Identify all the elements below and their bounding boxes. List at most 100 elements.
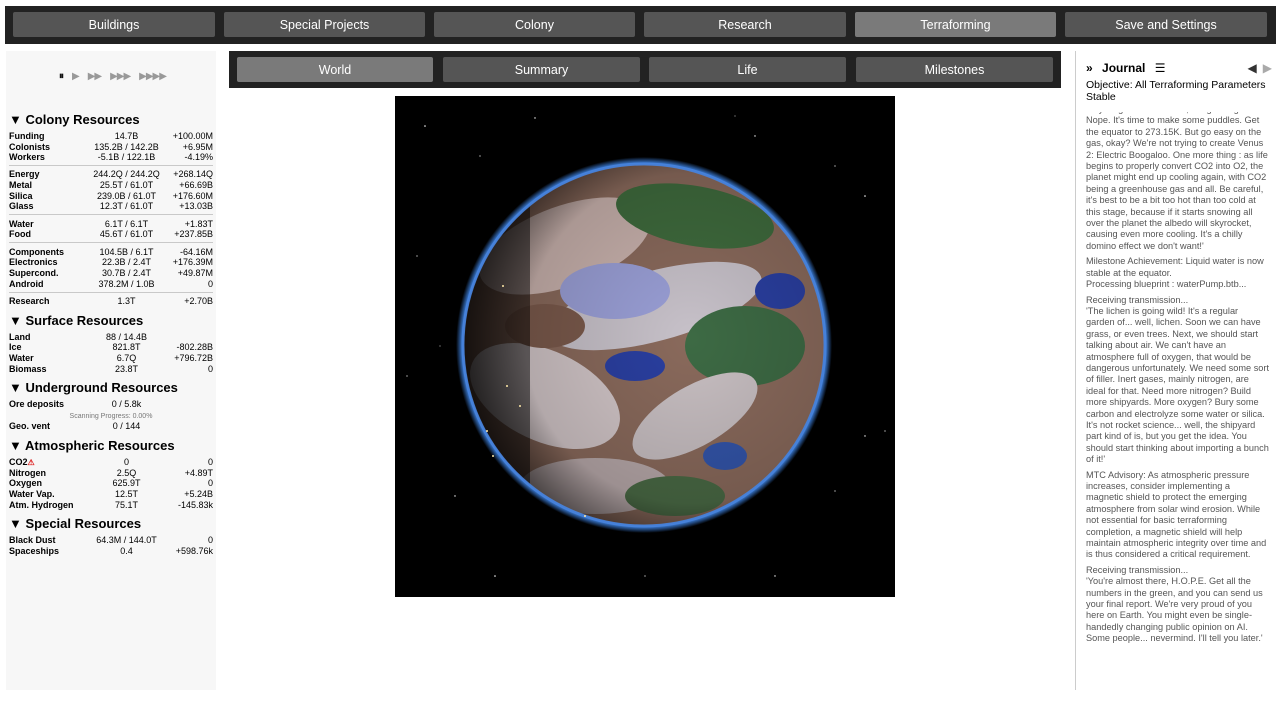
pause-icon[interactable]: ⏸ xyxy=(59,71,64,82)
colony-resources-header[interactable]: ▼ Colony Resources xyxy=(9,112,140,127)
journal-title: Journal xyxy=(1102,61,1146,75)
next-icon[interactable]: ▶ xyxy=(1263,61,1272,75)
resource-value: 378.2M / 1.0B xyxy=(98,279,155,289)
resource-row-surface-water: Water 6.7Q +796.72B xyxy=(9,353,213,364)
resource-value: 75.1T xyxy=(114,500,138,510)
resource-rate: +2.70B xyxy=(184,296,213,306)
atmospheric-resources-header[interactable]: ▼ Atmospheric Resources xyxy=(9,438,175,453)
resource-rate: -802.28B xyxy=(176,342,213,352)
resource-name: Ore deposits xyxy=(9,399,65,409)
resource-name: Geo. vent xyxy=(9,421,51,431)
journal-entry: Milestone Achievement: Liquid water is n… xyxy=(1086,256,1264,290)
game-speed-controls: ⏸ ▶ ▶▶ ▶▶▶ ▶▶▶▶ xyxy=(59,71,167,82)
resource-value: 23.8T xyxy=(114,364,138,374)
planet-view[interactable] xyxy=(395,96,895,597)
subtab-life[interactable]: Life xyxy=(649,57,846,82)
resource-name: Supercond. xyxy=(9,268,59,278)
divider xyxy=(9,242,213,243)
speed-1-icon[interactable]: ▶ xyxy=(72,71,80,82)
resource-row-food: Food 45.6T / 61.0T +237.85B xyxy=(9,229,213,240)
resource-name: CO2⚠ xyxy=(9,457,35,468)
resource-row-workers: Workers -5.1B / 122.1B -4.19% xyxy=(9,152,213,163)
resource-row-funding: Funding 14.7B +100.00M xyxy=(9,131,213,142)
journal-header: » Journal ☰ xyxy=(1086,61,1271,75)
resource-rate: 0 xyxy=(207,364,213,374)
resource-row-ore-deposits: Ore deposits 0 / 5.8k xyxy=(9,399,213,410)
resource-name: Research xyxy=(9,296,50,306)
resource-row-supercond: Supercond. 30.7B / 2.4T +49.87M xyxy=(9,268,213,279)
main-nav: Buildings Special Projects Colony Resear… xyxy=(5,6,1276,44)
resource-rate: +66.69B xyxy=(179,180,213,190)
resource-row-oxygen: Oxygen 625.9T 0 xyxy=(9,478,213,489)
resource-row-geo-vent: Geo. vent 0 / 144 xyxy=(9,421,213,432)
divider xyxy=(9,165,213,166)
tab-save-and-settings[interactable]: Save and Settings xyxy=(1065,12,1267,37)
resource-value: 22.3B / 2.4T xyxy=(101,257,152,267)
speed-3-icon[interactable]: ▶▶▶ xyxy=(110,71,131,82)
resource-rate: +176.39M xyxy=(172,257,213,267)
resource-row-android: Android 378.2M / 1.0B 0 xyxy=(9,279,213,290)
resource-rate: -4.19% xyxy=(184,152,213,162)
subtab-summary[interactable]: Summary xyxy=(443,57,640,82)
resource-row-black-dust: Black Dust 64.3M / 144.0T 0 xyxy=(9,535,213,546)
speed-2-icon[interactable]: ▶▶ xyxy=(88,71,102,82)
resource-row-biomass: Biomass 23.8T 0 xyxy=(9,364,213,375)
tab-research[interactable]: Research xyxy=(644,12,846,37)
resource-name: Food xyxy=(9,229,31,239)
resource-row-electronics: Electronics 22.3B / 2.4T +176.39M xyxy=(9,257,213,268)
resource-name: Metal xyxy=(9,180,33,190)
collapse-journal-icon[interactable]: » xyxy=(1086,61,1093,75)
surface-resources-header[interactable]: ▼ Surface Resources xyxy=(9,313,143,328)
resource-row-glass: Glass 12.3T / 61.0T +13.03B xyxy=(9,201,213,212)
resource-name: Glass xyxy=(9,201,34,211)
journal-entry: Receiving transmission... 'The lichen is… xyxy=(1086,294,1269,465)
resource-value: 12.3T / 61.0T xyxy=(99,201,154,211)
resource-row-metal: Metal 25.5T / 61.0T +66.69B xyxy=(9,180,213,191)
resource-value: 625.9T xyxy=(112,478,141,488)
resource-name: Android xyxy=(9,279,44,289)
resource-value: 6.7Q xyxy=(116,353,137,363)
resource-name: Electronics xyxy=(9,257,58,267)
resource-name: Atm. Hydrogen xyxy=(9,500,74,510)
resource-row-water-vapor: Water Vap. 12.5T +5.24B xyxy=(9,489,213,500)
resource-rate: +5.24B xyxy=(184,489,213,499)
journal-entry: very long durations even, but growing? N… xyxy=(1086,112,1268,251)
tab-terraforming[interactable]: Terraforming xyxy=(855,12,1056,37)
resource-name: Energy xyxy=(9,169,40,179)
journal-nav: ◀ ▶ xyxy=(1248,61,1272,75)
resource-name: Funding xyxy=(9,131,45,141)
resource-rate: +237.85B xyxy=(174,229,213,239)
resource-value: 30.7B / 2.4T xyxy=(101,268,152,278)
resource-value: 1.3T xyxy=(117,296,136,306)
resource-value: 821.8T xyxy=(112,342,141,352)
resource-value: 244.2Q / 244.2Q xyxy=(93,169,160,179)
resource-rate: +268.14Q xyxy=(173,169,213,179)
resource-value: 45.6T / 61.0T xyxy=(99,229,154,239)
tab-special-projects[interactable]: Special Projects xyxy=(224,12,425,37)
resource-value: 0 / 5.8k xyxy=(111,399,142,409)
speed-4-icon[interactable]: ▶▶▶▶ xyxy=(139,71,167,82)
journal-panel: » Journal ☰ ◀ ▶ Objective: All Terraformi… xyxy=(1075,51,1275,690)
resource-rate: 0 xyxy=(207,279,213,289)
resource-rate: +598.76k xyxy=(175,546,213,556)
divider xyxy=(9,292,213,293)
divider xyxy=(9,214,213,215)
previous-icon[interactable]: ◀ xyxy=(1248,61,1257,75)
subtab-world[interactable]: World xyxy=(237,57,433,82)
resource-value: 0.4 xyxy=(120,546,133,556)
tab-colony[interactable]: Colony xyxy=(434,12,635,37)
resource-name: Water Vap. xyxy=(9,489,55,499)
special-resources-header[interactable]: ▼ Special Resources xyxy=(9,516,141,531)
tab-buildings[interactable]: Buildings xyxy=(13,12,215,37)
resource-row-spaceships: Spaceships 0.4 +598.76k xyxy=(9,546,213,557)
resource-name: Workers xyxy=(9,152,45,162)
resource-name-text: CO2 xyxy=(9,457,28,467)
resource-name: Oxygen xyxy=(9,478,43,488)
journal-entries[interactable]: very long durations even, but growing? N… xyxy=(1086,112,1269,684)
menu-icon[interactable]: ☰ xyxy=(1155,61,1166,75)
resource-value: 0 xyxy=(123,457,129,467)
underground-resources-header[interactable]: ▼ Underground Resources xyxy=(9,380,178,395)
subtab-milestones[interactable]: Milestones xyxy=(856,57,1053,82)
scanning-progress: Scanning Progress: 0.00% xyxy=(69,413,153,420)
resource-rate: +100.00M xyxy=(172,131,213,141)
